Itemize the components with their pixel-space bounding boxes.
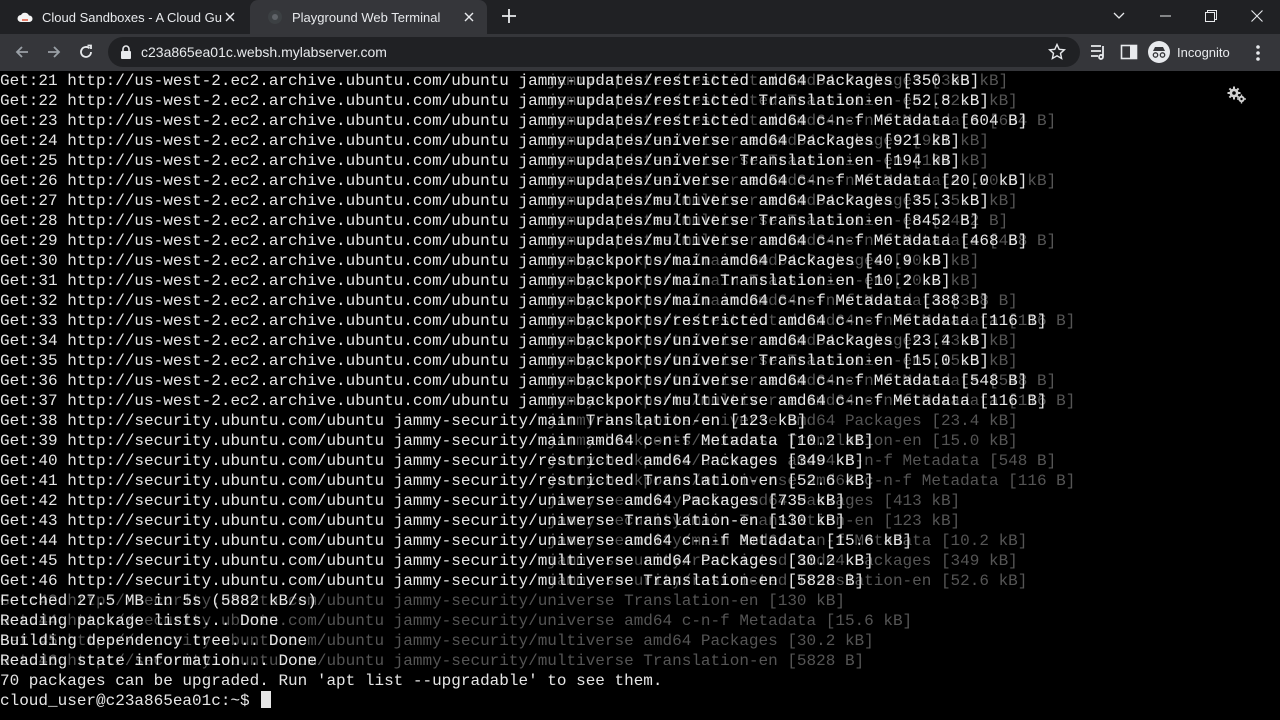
arrow-left-icon bbox=[15, 46, 28, 58]
terminal-line: Get:38 http://security.ubuntu.com/ubuntu… bbox=[0, 412, 807, 430]
cloud-favicon-icon bbox=[17, 9, 33, 25]
tab-title: Playground Web Terminal bbox=[292, 9, 441, 25]
address-bar[interactable]: c23a865ea01c.websh.mylabserver.com bbox=[108, 37, 1080, 67]
terminal-line: Get:41 http://security.ubuntu.com/ubuntu… bbox=[0, 472, 874, 490]
terminal-line: Get:21 http://us-west-2.ec2.archive.ubun… bbox=[0, 72, 980, 90]
tab-title: Cloud Sandboxes - A Cloud Guru bbox=[42, 9, 222, 25]
reload-icon bbox=[80, 44, 92, 58]
terminal-line: Get:30 http://us-west-2.ec2.archive.ubun… bbox=[0, 252, 951, 270]
url-text[interactable]: c23a865ea01c.websh.mylabserver.com bbox=[141, 44, 387, 60]
terminal-line: Get:32 http://us-west-2.ec2.archive.ubun… bbox=[0, 292, 989, 310]
terminal-line: Get:46 http://security.ubuntu.com/ubuntu… bbox=[0, 572, 865, 590]
terminal-prompt-line[interactable]: cloud_user@c23a865ea01c:~$ bbox=[0, 691, 1047, 711]
close-window-button[interactable] bbox=[1234, 0, 1280, 32]
forward-button[interactable] bbox=[42, 40, 66, 64]
globe-favicon-icon bbox=[267, 9, 283, 25]
incognito-label: Incognito bbox=[1177, 44, 1230, 60]
more-menu-icon[interactable] bbox=[1250, 44, 1266, 62]
incognito-icon bbox=[1148, 41, 1170, 63]
terminal-line: Get:25 http://us-west-2.ec2.archive.ubun… bbox=[0, 152, 961, 170]
chevron-down-icon bbox=[1113, 12, 1125, 19]
tab-search-button[interactable] bbox=[1096, 0, 1142, 32]
minimize-button[interactable] bbox=[1142, 0, 1188, 32]
back-button[interactable] bbox=[10, 40, 34, 64]
terminal-line: Get:35 http://us-west-2.ec2.archive.ubun… bbox=[0, 352, 989, 370]
terminal-line: Get:24 http://us-west-2.ec2.archive.ubun… bbox=[0, 132, 961, 150]
terminal-line: Get:45 http://security.ubuntu.com/ubuntu… bbox=[0, 552, 874, 570]
terminal-line: Get:37 http://us-west-2.ec2.archive.ubun… bbox=[0, 392, 1047, 410]
terminal-line: Get:42 http://security.ubuntu.com/ubuntu… bbox=[0, 492, 845, 510]
terminal-line: Building dependency tree... Done bbox=[0, 632, 308, 650]
arrow-right-icon bbox=[48, 46, 61, 58]
terminal-line: Get:34 http://us-west-2.ec2.archive.ubun… bbox=[0, 332, 989, 350]
terminal-line: Get:31 http://us-west-2.ec2.archive.ubun… bbox=[0, 272, 951, 290]
plus-icon bbox=[502, 9, 516, 23]
terminal-line: Get:22 http://us-west-2.ec2.archive.ubun… bbox=[0, 92, 989, 110]
terminal-line: Get:28 http://us-west-2.ec2.archive.ubun… bbox=[0, 212, 980, 230]
terminal-output[interactable]: Get:21 http://us-west-2.ec2.archive.ubun… bbox=[0, 71, 1047, 711]
reload-button[interactable] bbox=[74, 40, 98, 64]
tab-playground-web-terminal[interactable]: Playground Web Terminal bbox=[250, 0, 487, 34]
close-icon bbox=[1251, 10, 1263, 22]
terminal-cursor bbox=[261, 691, 272, 708]
terminal-line: 70 packages can be upgraded. Run 'apt li… bbox=[0, 672, 663, 690]
terminal-line: Get:23 http://us-west-2.ec2.archive.ubun… bbox=[0, 112, 1028, 130]
terminal-line: Get:44 http://security.ubuntu.com/ubuntu… bbox=[0, 532, 913, 550]
restore-button[interactable] bbox=[1188, 0, 1234, 32]
side-panel-icon[interactable] bbox=[1120, 43, 1138, 61]
minimize-icon bbox=[1159, 15, 1171, 17]
terminal-line: Get:27 http://us-west-2.ec2.archive.ubun… bbox=[0, 192, 989, 210]
terminal-line: Reading state information... Done bbox=[0, 652, 317, 670]
terminal-line: Get:43 http://security.ubuntu.com/ubuntu… bbox=[0, 512, 845, 530]
browser-tab-strip: Cloud Sandboxes - A Cloud Guru Playgroun… bbox=[0, 0, 1280, 34]
close-tab-icon[interactable] bbox=[222, 9, 238, 25]
terminal-line: Get:29 http://us-west-2.ec2.archive.ubun… bbox=[0, 232, 1028, 250]
terminal-line: Reading package lists... Done bbox=[0, 612, 279, 630]
tab-cloud-sandboxes[interactable]: Cloud Sandboxes - A Cloud Guru bbox=[0, 0, 248, 34]
close-tab-icon[interactable] bbox=[461, 9, 477, 25]
terminal-line: Get:39 http://security.ubuntu.com/ubuntu… bbox=[0, 432, 874, 450]
lock-icon[interactable] bbox=[118, 44, 134, 60]
reading-list-icon[interactable] bbox=[1090, 43, 1108, 61]
settings-gear-icon[interactable] bbox=[1226, 85, 1248, 107]
bookmark-star-icon[interactable] bbox=[1047, 42, 1067, 61]
terminal-line: Fetched 27.5 MB in 5s (5882 kB/s) bbox=[0, 592, 317, 610]
terminal-window[interactable]: jammy-updates/restricted amd64 Packages … bbox=[0, 71, 1280, 720]
incognito-profile-button[interactable]: Incognito bbox=[1148, 40, 1230, 64]
shell-prompt: cloud_user@c23a865ea01c:~$ bbox=[0, 692, 260, 710]
terminal-line: Get:36 http://us-west-2.ec2.archive.ubun… bbox=[0, 372, 1028, 390]
terminal-line: Get:33 http://us-west-2.ec2.archive.ubun… bbox=[0, 312, 1047, 330]
new-tab-button[interactable] bbox=[498, 6, 520, 28]
restore-icon bbox=[1205, 10, 1217, 22]
terminal-line: Get:40 http://security.ubuntu.com/ubuntu… bbox=[0, 452, 865, 470]
terminal-line: Get:26 http://us-west-2.ec2.archive.ubun… bbox=[0, 172, 1028, 190]
browser-toolbar: c23a865ea01c.websh.mylabserver.com Incog… bbox=[0, 34, 1280, 71]
